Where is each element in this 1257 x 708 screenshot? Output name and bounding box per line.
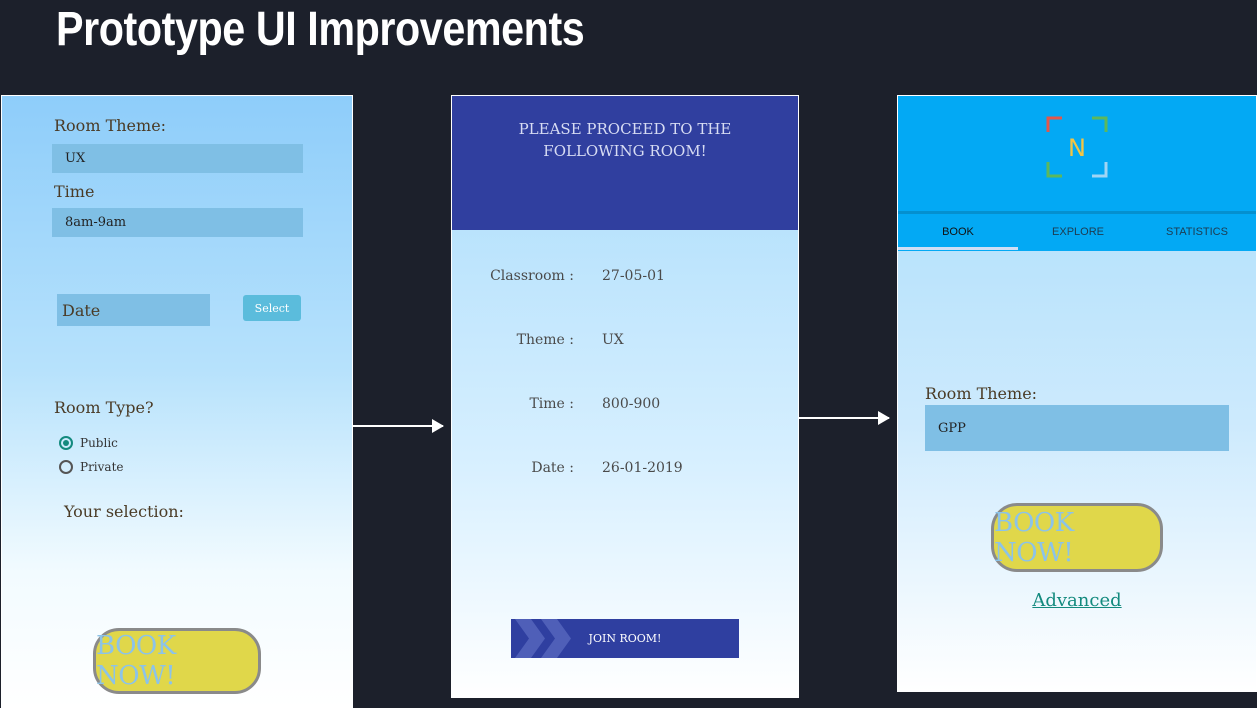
room-theme-field[interactable]: UX	[52, 144, 303, 173]
app-logo-icon: N	[1046, 116, 1108, 178]
room-theme-label: Room Theme:	[54, 116, 167, 135]
room-theme-label: Room Theme:	[925, 384, 1038, 403]
time-key: Time :	[529, 396, 574, 412]
room-assignment-screen: PLEASE PROCEED TO THE FOLLOWING ROOM! Cl…	[451, 95, 799, 698]
public-radio-label: Public	[80, 436, 118, 450]
assignment-header: PLEASE PROCEED TO THE FOLLOWING ROOM!	[452, 96, 798, 230]
app-bar-divider	[898, 211, 1256, 214]
heading-line-1: PLEASE PROCEED TO THE	[518, 120, 732, 138]
book-now-button[interactable]: BOOK NOW!	[93, 628, 261, 694]
join-room-button[interactable]: JOIN ROOM!	[511, 619, 739, 658]
room-theme-field[interactable]: GPP	[925, 405, 1229, 451]
tab-statistics[interactable]: STATISTICS	[1138, 215, 1256, 249]
public-radio[interactable]	[59, 436, 73, 450]
assignment-heading: PLEASE PROCEED TO THE FOLLOWING ROOM!	[452, 118, 798, 162]
flow-arrow-icon	[799, 411, 890, 425]
room-type-label: Room Type?	[54, 398, 154, 417]
your-selection-label: Your selection:	[64, 502, 184, 521]
flow-arrow-icon	[353, 419, 444, 433]
app-bar: N BOOK EXPLORE STATISTICS	[898, 96, 1256, 251]
private-radio-label: Private	[80, 460, 124, 474]
classroom-value: 27-05-01	[602, 268, 665, 284]
private-radio[interactable]	[59, 460, 73, 474]
date-value: 26-01-2019	[602, 460, 683, 476]
advanced-link[interactable]: Advanced	[898, 590, 1256, 611]
tab-explore[interactable]: EXPLORE	[1018, 215, 1138, 249]
slide-title: Prototype UI Improvements	[56, 3, 585, 56]
date-select-button[interactable]: Select	[243, 295, 301, 321]
date-field[interactable]: Date	[57, 294, 210, 326]
improved-booking-screen: N BOOK EXPLORE STATISTICS Room Theme: GP…	[897, 95, 1257, 692]
tab-book[interactable]: BOOK	[898, 215, 1018, 249]
logo-letter: N	[1068, 134, 1086, 162]
theme-key: Theme :	[516, 332, 574, 348]
book-now-button[interactable]: BOOK NOW!	[991, 503, 1163, 572]
theme-value: UX	[602, 332, 624, 348]
booking-form-screen: Room Theme: UX Time 8am-9am Date Select …	[1, 95, 353, 708]
time-value: 800-900	[602, 396, 661, 412]
tab-indicator	[898, 247, 1018, 250]
classroom-key: Classroom :	[490, 268, 574, 284]
heading-line-2: FOLLOWING ROOM!	[543, 142, 707, 160]
time-field[interactable]: 8am-9am	[52, 208, 303, 237]
date-key: Date :	[531, 460, 574, 476]
time-label: Time	[54, 182, 95, 201]
join-room-label: JOIN ROOM!	[588, 632, 662, 645]
